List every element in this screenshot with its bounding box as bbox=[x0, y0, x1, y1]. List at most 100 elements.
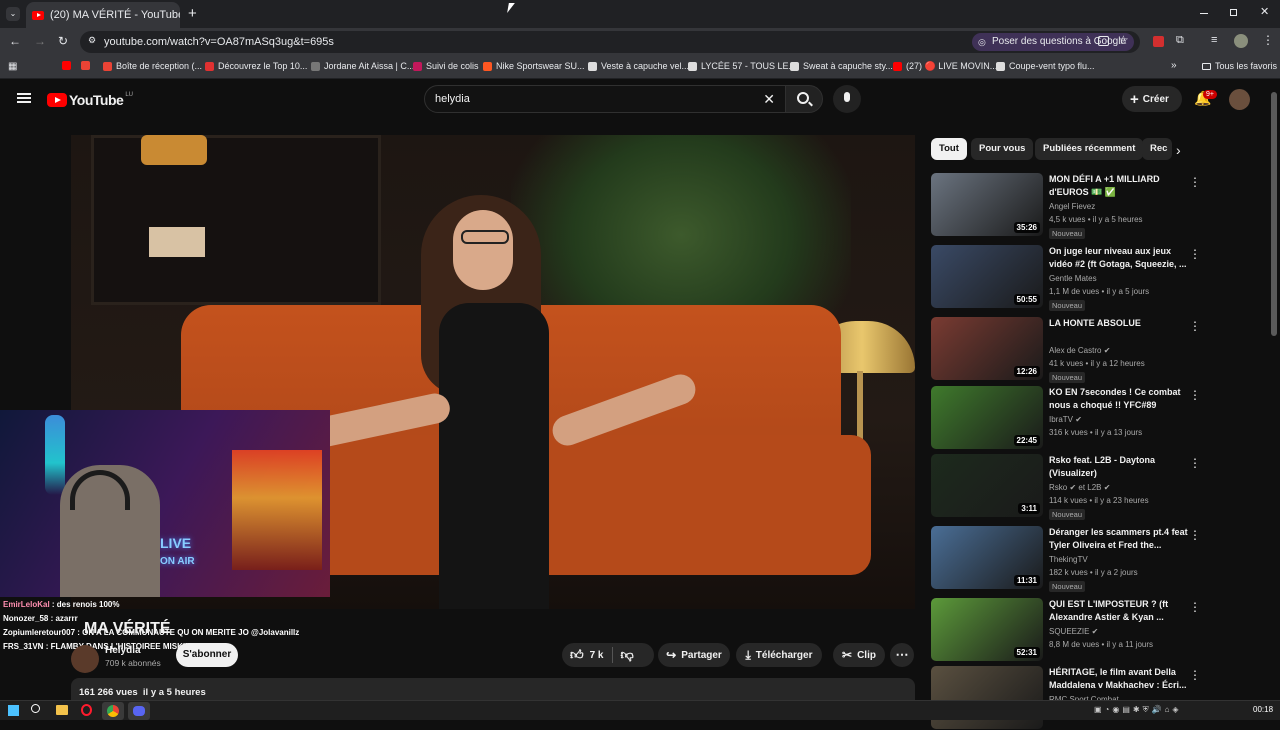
channel-name[interactable]: Rsko ✔ et L2B ✔ bbox=[1049, 483, 1110, 492]
discord-icon[interactable] bbox=[128, 702, 150, 720]
channel-name[interactable]: SQUEEZIE ✔ bbox=[1049, 627, 1098, 636]
windows-start-icon[interactable] bbox=[8, 705, 19, 716]
bookmark-item[interactable]: Suivi de colis bbox=[413, 61, 479, 71]
profile-avatar[interactable] bbox=[1234, 34, 1248, 48]
extension-red-icon[interactable] bbox=[1153, 36, 1164, 47]
channel-name[interactable]: ThekingTV bbox=[1049, 555, 1088, 564]
download-button[interactable]: ⤓ Télécharger bbox=[736, 643, 822, 667]
bookmark-item[interactable]: Nike Sportswear SU... bbox=[483, 61, 585, 71]
more-options-icon[interactable]: ⋮ bbox=[1189, 668, 1201, 682]
reload-icon[interactable]: ↻ bbox=[58, 34, 68, 48]
close-icon[interactable]: ✕ bbox=[1260, 5, 1269, 18]
tab-search-icon[interactable]: ⌄ bbox=[6, 7, 20, 21]
system-tray[interactable]: ▣◔◉▤✱⛨🔊⌂◈ bbox=[1094, 705, 1244, 717]
more-options-icon[interactable]: ⋮ bbox=[1189, 600, 1201, 614]
share-button[interactable]: ↪ Partager bbox=[658, 643, 730, 667]
page-scrollbar[interactable] bbox=[1271, 92, 1277, 336]
install-icon[interactable] bbox=[1098, 36, 1109, 46]
tab-active[interactable]: (20) MA VÉRITÉ - YouTube 🔊 ✕ bbox=[26, 2, 180, 28]
video-title[interactable]: Déranger les scammers pt.4 feat Tyler Ol… bbox=[1049, 526, 1189, 552]
channel-name[interactable]: Gentle Mates bbox=[1049, 274, 1097, 283]
more-options-icon[interactable]: ⋮ bbox=[1189, 456, 1201, 470]
bookmark-item[interactable]: Boîte de réception (... bbox=[103, 61, 202, 71]
ask-google-button[interactable]: ◎ Poser des questions à Google bbox=[972, 33, 1134, 51]
back-icon[interactable]: ← bbox=[9, 34, 21, 48]
more-options-icon[interactable]: ⋮ bbox=[1189, 528, 1201, 542]
new-tab-button[interactable]: + bbox=[188, 5, 197, 22]
voice-search-button[interactable] bbox=[833, 85, 861, 113]
chips-next-icon[interactable]: › bbox=[1176, 142, 1181, 158]
minimize-icon[interactable] bbox=[1200, 13, 1208, 14]
recommendation-item[interactable]: 22:45 KO EN 7secondes ! Ce combat nous a … bbox=[931, 386, 1271, 450]
video-thumbnail[interactable]: 22:45 bbox=[931, 386, 1043, 449]
video-thumbnail[interactable]: 35:26 bbox=[931, 173, 1043, 236]
video-title[interactable]: KO EN 7secondes ! Ce combat nous a choqu… bbox=[1049, 386, 1189, 412]
video-title[interactable]: Rsko feat. L2B - Daytona (Visualizer) bbox=[1049, 454, 1189, 480]
bookmark-item[interactable] bbox=[81, 61, 94, 70]
channel-name[interactable]: IbraTV ✔ bbox=[1049, 415, 1082, 424]
video-title[interactable]: On juge leur niveau aux jeux vidéo #2 (f… bbox=[1049, 245, 1189, 271]
extensions-icon[interactable]: ⧉ bbox=[1176, 34, 1184, 47]
more-options-icon[interactable]: ⋮ bbox=[1189, 175, 1201, 189]
browser-menu-icon[interactable]: ⋮ bbox=[1262, 33, 1274, 47]
video-thumbnail[interactable]: 3:11 bbox=[931, 454, 1043, 517]
bookmark-item[interactable]: Sweat à capuche sty... bbox=[790, 61, 893, 71]
channel-name[interactable]: Alex de Castro ✔ bbox=[1049, 346, 1110, 355]
channel-name[interactable]: Helydia bbox=[105, 645, 141, 656]
filter-chip[interactable]: Pour vous bbox=[971, 138, 1034, 160]
recommendation-item[interactable]: 11:31 Déranger les scammers pt.4 feat Tyl… bbox=[931, 526, 1271, 592]
video-title[interactable]: HÉRITAGE, le film avant Della Maddalena … bbox=[1049, 666, 1189, 692]
bookmark-item[interactable]: Veste à capuche vel... bbox=[588, 61, 689, 71]
recommendation-item[interactable]: 52:31 QUI EST L'IMPOSTEUR ? (ft Alexandre… bbox=[931, 598, 1271, 662]
recommendation-item[interactable]: 3:11 Rsko feat. L2B - Daytona (Visualizer… bbox=[931, 454, 1271, 520]
subscribe-button[interactable]: S'abonner bbox=[176, 643, 238, 667]
channel-name[interactable]: Angel Fievez bbox=[1049, 202, 1095, 211]
file-explorer-icon[interactable] bbox=[56, 705, 68, 715]
bookmark-item[interactable]: Jordane Ait Aissa | C... bbox=[311, 61, 414, 71]
clear-search-icon[interactable]: ✕ bbox=[763, 86, 775, 112]
address-bar[interactable]: ⚙ youtube.com/watch?v=OA87mASq3ug&t=695s… bbox=[80, 31, 1140, 53]
bookmark-item[interactable] bbox=[62, 61, 75, 70]
filter-chip[interactable]: Rec bbox=[1142, 138, 1172, 160]
clip-button[interactable]: ✂ Clip bbox=[833, 643, 885, 667]
like-button[interactable]: 👍︎ 7 k bbox=[562, 643, 604, 667]
bookmark-item[interactable]: Coupe-vent typo flu... bbox=[996, 61, 1095, 71]
more-options-icon[interactable]: ⋮ bbox=[1189, 388, 1201, 402]
bookmarks-overflow-icon[interactable]: » bbox=[1171, 60, 1177, 71]
apps-grid-icon[interactable]: ▦ bbox=[8, 61, 17, 72]
more-options-icon[interactable]: ⋮ bbox=[1189, 319, 1201, 333]
taskbar-search-icon[interactable] bbox=[31, 704, 40, 713]
recommendation-item[interactable]: 35:26 MON DÉFI A +1 MILLIARD d'EUROS 💵 ✅ A… bbox=[931, 173, 1271, 239]
more-options-icon[interactable]: ⋮ bbox=[1189, 247, 1201, 261]
forward-icon[interactable]: → bbox=[34, 34, 46, 48]
media-icon[interactable]: ≡ bbox=[1211, 34, 1217, 46]
video-thumbnail[interactable]: 52:31 bbox=[931, 598, 1043, 661]
video-title[interactable]: MON DÉFI A +1 MILLIARD d'EUROS 💵 ✅ bbox=[1049, 173, 1189, 199]
video-thumbnail[interactable]: 50:55 bbox=[931, 245, 1043, 308]
all-bookmarks[interactable]: Tous les favoris bbox=[1202, 61, 1277, 71]
bookmark-item[interactable]: Découvrez le Top 10... bbox=[205, 61, 307, 71]
bookmark-item[interactable]: (27) 🔴 LIVE MOVIN... bbox=[893, 61, 997, 72]
channel-avatar[interactable] bbox=[71, 645, 99, 673]
filter-chip[interactable]: Tout bbox=[931, 138, 967, 160]
video-thumbnail[interactable]: 12:26 bbox=[931, 317, 1043, 380]
recommendation-item[interactable]: HÉRITAGE, le film avant Della Maddalena … bbox=[931, 666, 1271, 730]
chrome-taskbar-icon[interactable] bbox=[102, 702, 124, 720]
more-actions-button[interactable]: ⋯ bbox=[890, 643, 914, 667]
video-thumbnail[interactable]: 11:31 bbox=[931, 526, 1043, 589]
bookmark-item[interactable]: LYCÉE 57 - TOUS LE... bbox=[688, 61, 796, 71]
youtube-logo[interactable]: YouTube LU bbox=[47, 92, 133, 108]
opera-icon[interactable] bbox=[81, 704, 92, 716]
dislike-button[interactable]: 👎︎ bbox=[613, 647, 634, 663]
site-info-icon[interactable]: ⚙ bbox=[88, 35, 96, 46]
video-title[interactable]: QUI EST L'IMPOSTEUR ? (ft Alexandre Asti… bbox=[1049, 598, 1189, 624]
video-title[interactable]: LA HONTE ABSOLUE bbox=[1049, 317, 1189, 330]
search-button[interactable] bbox=[785, 85, 823, 113]
filter-chip[interactable]: Publiées récemment bbox=[1035, 138, 1144, 160]
bookmark-star-icon[interactable]: ☆ bbox=[1118, 33, 1129, 47]
recommendation-item[interactable]: 50:55 On juge leur niveau aux jeux vidéo … bbox=[931, 245, 1271, 311]
account-avatar[interactable] bbox=[1229, 89, 1250, 110]
search-input[interactable]: helydia ✕ bbox=[424, 85, 786, 113]
menu-hamburger-icon[interactable] bbox=[17, 93, 31, 103]
recommendation-item[interactable]: 12:26 LA HONTE ABSOLUE Alex de Castro ✔ 41 … bbox=[931, 317, 1271, 383]
